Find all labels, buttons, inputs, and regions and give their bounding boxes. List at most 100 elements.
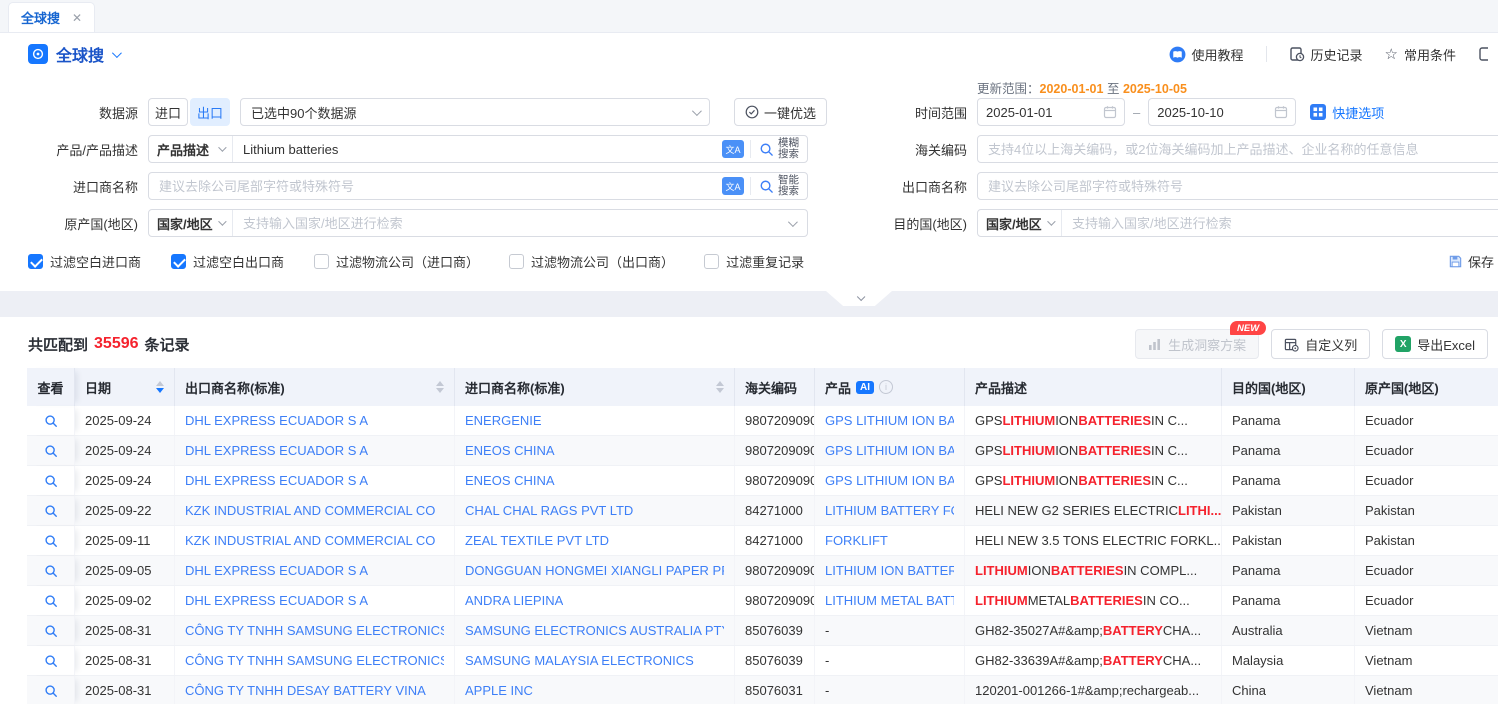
view-record-button[interactable] [44,654,58,668]
exporter-link[interactable]: CÔNG TY TNHH DESAY BATTERY VINA [185,683,426,698]
fuzzy-search-button[interactable]: 模糊搜索 [751,138,807,160]
favorites-button[interactable]: ☆ 常用条件 [1385,45,1456,64]
end-date-input[interactable] [1148,98,1296,126]
checkbox-icon[interactable] [171,254,186,269]
exporter-link[interactable]: CÔNG TY TNHH SAMSUNG ELECTRONICS ... [185,623,444,638]
translate-icon[interactable]: 文A [722,177,744,195]
sort-control[interactable] [428,381,444,393]
view-record-button[interactable] [44,504,58,518]
translate-icon[interactable]: 文A [722,140,744,158]
checkbox-icon[interactable] [28,254,43,269]
product-link[interactable]: GPS LITHIUM ION BAT... [825,473,954,488]
exporter-link[interactable]: DHL EXPRESS ECUADOR S A [185,593,368,608]
end-date-field[interactable] [1149,105,1274,120]
origin-input[interactable] [233,216,788,231]
sort-asc-icon[interactable] [156,381,164,386]
importer-link[interactable]: ENEOS CHINA [465,473,555,488]
exporter-input[interactable] [978,179,1498,194]
info-icon[interactable]: i [879,380,893,394]
importer-cell: ENERGENIE [455,406,735,435]
chevron-down-icon[interactable] [112,48,122,58]
sort-desc-icon[interactable] [716,388,724,393]
exporter-input-wrap [977,172,1498,200]
filter-checkbox-4[interactable]: 过滤重复记录 [704,252,804,271]
view-record-button[interactable] [44,564,58,578]
product-link[interactable]: FORKLIFT [825,533,888,548]
product-link[interactable]: GPS LITHIUM ION BAT... [825,413,954,428]
generate-insight-button[interactable]: 生成洞察方案 NEW [1135,329,1259,359]
filter-checkbox-2[interactable]: 过滤物流公司（进口商） [314,252,479,271]
view-record-button[interactable] [44,624,58,638]
product-link[interactable]: LITHIUM ION BATTERY [825,563,954,578]
search-form: 更新范围：2020-01-01 至 2025-10-05 数据源 进口 出口 已… [0,75,1498,291]
sort-control[interactable] [148,381,164,393]
filter-checkbox-1[interactable]: 过滤空白出口商 [171,252,284,271]
hs-code-input[interactable] [978,142,1498,157]
importer-link[interactable]: ZEAL TEXTILE PVT LTD [465,533,609,548]
datasource-select[interactable]: 已选中90个数据源 [240,98,710,126]
column-header-exporter[interactable]: 出口商名称(标准) [175,368,455,406]
checkbox-icon[interactable] [314,254,329,269]
sort-asc-icon[interactable] [436,381,444,386]
checkbox-icon[interactable] [509,254,524,269]
tab-global-search[interactable]: 全球搜 ✕ [8,2,95,32]
exporter-link[interactable]: KZK INDUSTRIAL AND COMMERCIAL CO [185,533,435,548]
importer-link[interactable]: APPLE INC [465,683,533,698]
column-header-date[interactable]: 日期 [75,368,175,406]
exporter-link[interactable]: DHL EXPRESS ECUADOR S A [185,443,368,458]
importer-link[interactable]: ENEOS CHINA [465,443,555,458]
importer-link[interactable]: ANDRA LIEPINA [465,593,563,608]
view-record-button[interactable] [44,534,58,548]
history-button[interactable]: 历史记录 [1289,45,1363,64]
filter-label: 过滤空白进口商 [50,252,141,271]
exporter-link[interactable]: DHL EXPRESS ECUADOR S A [185,413,368,428]
exporter-link[interactable]: CÔNG TY TNHH SAMSUNG ELECTRONICS ... [185,653,444,668]
origin-type-select[interactable]: 国家/地区 [149,210,233,236]
product-link[interactable]: LITHIUM BATTERY FO... [825,503,954,518]
checkbox-icon[interactable] [704,254,719,269]
export-excel-button[interactable]: X 导出Excel [1382,329,1488,359]
start-date-field[interactable] [978,105,1103,120]
save-conditions-button[interactable]: 保存 [1448,252,1498,271]
filter-checkbox-0[interactable]: 过滤空白进口商 [28,252,141,271]
filter-checkbox-3[interactable]: 过滤物流公司（出口商） [509,252,674,271]
column-header-importer[interactable]: 进口商名称(标准) [455,368,735,406]
exporter-link[interactable]: KZK INDUSTRIAL AND COMMERCIAL CO [185,503,435,518]
sort-asc-icon[interactable] [716,381,724,386]
importer-cell: ENEOS CHINA [455,466,735,495]
smart-search-button[interactable]: 智能搜索 [751,175,807,197]
export-toggle-button[interactable]: 出口 [190,98,230,126]
importer-link[interactable]: DONGGUAN HONGMEI XIANGLI PAPER PR... [465,563,724,578]
importer-link[interactable]: CHAL CHAL RAGS PVT LTD [465,503,633,518]
product-link[interactable]: LITHIUM METAL BATT... [825,593,954,608]
clipped-action-icon[interactable] [1478,46,1488,62]
importer-link[interactable]: SAMSUNG MALAYSIA ELECTRONICS [465,653,694,668]
app-title-group[interactable]: 全球搜 [28,42,119,66]
destination-input[interactable] [1062,216,1498,231]
importer-link[interactable]: ENERGENIE [465,413,542,428]
quick-options-button[interactable]: 快捷选项 [1310,103,1384,122]
view-record-button[interactable] [44,684,58,698]
product-link[interactable]: GPS LITHIUM ION BAT... [825,443,954,458]
view-record-button[interactable] [44,594,58,608]
view-record-button[interactable] [44,414,58,428]
exporter-link[interactable]: DHL EXPRESS ECUADOR S A [185,473,368,488]
sort-desc-icon[interactable] [156,388,164,393]
importer-link[interactable]: SAMSUNG ELECTRONICS AUSTRALIA PTY [465,623,724,638]
sort-desc-icon[interactable] [436,388,444,393]
importer-input[interactable] [149,179,716,194]
destination-cell: Pakistan [1222,496,1355,525]
tutorial-button[interactable]: 使用教程 [1169,45,1244,64]
product-input[interactable] [233,142,716,157]
close-icon[interactable]: ✕ [72,11,82,25]
table-row: 2025-08-31CÔNG TY TNHH SAMSUNG ELECTRONI… [27,646,1498,676]
view-record-button[interactable] [44,444,58,458]
exporter-link[interactable]: DHL EXPRESS ECUADOR S A [185,563,368,578]
import-toggle-button[interactable]: 进口 [148,98,188,126]
customize-columns-button[interactable]: 自定义列 [1271,329,1370,359]
product-type-select[interactable]: 产品描述 [149,136,233,162]
start-date-input[interactable] [977,98,1125,126]
sort-control[interactable] [708,381,724,393]
destination-type-select[interactable]: 国家/地区 [978,210,1062,236]
view-record-button[interactable] [44,474,58,488]
